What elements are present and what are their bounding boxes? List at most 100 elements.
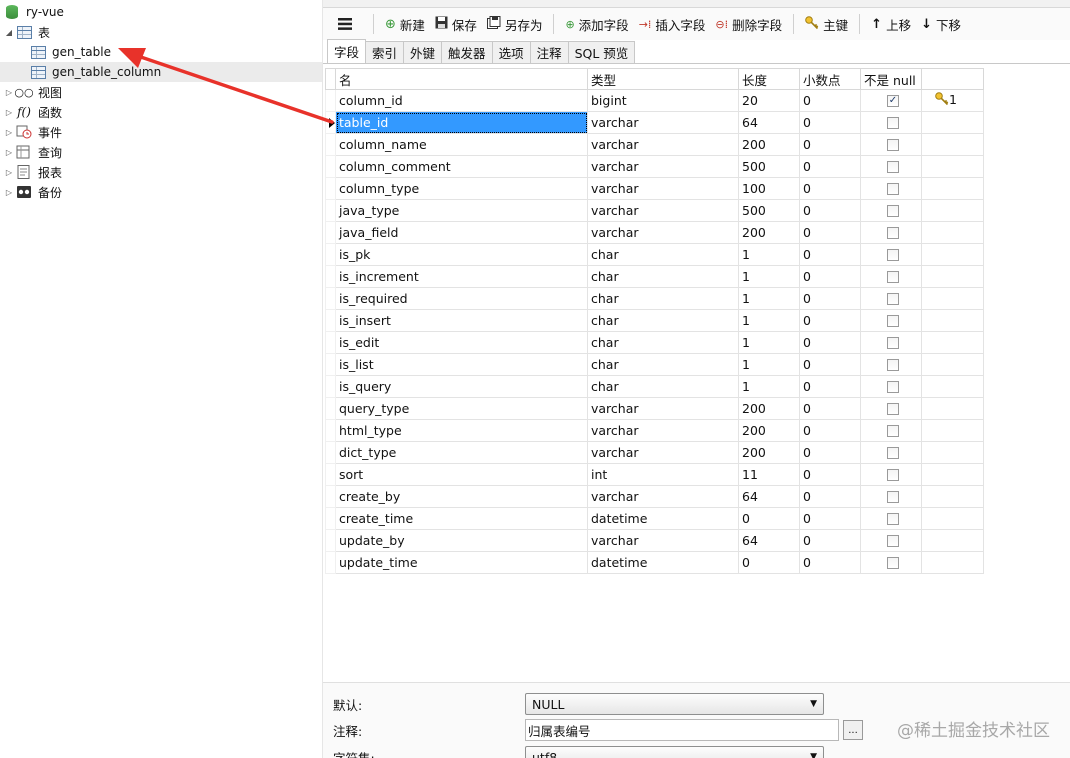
key-cell[interactable] — [921, 177, 984, 200]
table-row[interactable]: create_time datetime 0 0 — [325, 507, 984, 530]
not-null-checkbox[interactable] — [887, 270, 899, 283]
key-cell[interactable] — [921, 441, 984, 464]
not-null-checkbox[interactable] — [887, 490, 899, 503]
not-null-checkbox[interactable] — [887, 512, 899, 525]
not-null-checkbox[interactable] — [887, 556, 899, 569]
key-cell[interactable] — [921, 243, 984, 266]
tree-item-tables[interactable]: ◢ 表 — [4, 22, 50, 42]
field-type-cell[interactable]: varchar — [587, 397, 739, 420]
insert-field-button[interactable]: →⁞ 插入字段 — [634, 12, 711, 36]
tab-indexes[interactable]: 索引 — [365, 41, 405, 63]
tree-item-queries[interactable]: ▷ 查询 — [4, 142, 62, 162]
not-null-checkbox[interactable] — [887, 204, 899, 217]
field-type-cell[interactable]: varchar — [587, 199, 739, 222]
field-length-cell[interactable]: 1 — [738, 353, 800, 376]
not-null-checkbox[interactable] — [887, 424, 899, 437]
field-decimals-cell[interactable]: 0 — [799, 353, 861, 376]
table-row[interactable]: column_name varchar 200 0 — [325, 133, 984, 156]
collapsed-arrow-icon[interactable]: ▷ — [4, 88, 14, 97]
collapsed-arrow-icon[interactable]: ▷ — [4, 128, 14, 137]
field-type-cell[interactable]: char — [587, 375, 739, 398]
not-null-checkbox[interactable] — [887, 380, 899, 393]
field-type-cell[interactable]: char — [587, 243, 739, 266]
key-cell[interactable]: 1 — [921, 89, 984, 112]
tree-item-views[interactable]: ▷ ○○ 视图 — [4, 82, 62, 102]
collapsed-arrow-icon[interactable]: ▷ — [4, 148, 14, 157]
table-row[interactable]: is_required char 1 0 — [325, 287, 984, 310]
table-row[interactable]: is_increment char 1 0 — [325, 265, 984, 288]
key-cell[interactable] — [921, 199, 984, 222]
key-cell[interactable] — [921, 221, 984, 244]
key-cell[interactable] — [921, 133, 984, 156]
field-name-cell[interactable]: create_by — [335, 485, 588, 508]
tree-item-backups[interactable]: ▷ 备份 — [4, 182, 62, 202]
table-row[interactable]: query_type varchar 200 0 — [325, 397, 984, 420]
field-name-cell[interactable]: is_increment — [335, 265, 588, 288]
field-decimals-cell[interactable]: 0 — [799, 265, 861, 288]
field-decimals-cell[interactable]: 0 — [799, 529, 861, 552]
tab-fields[interactable]: 字段 — [327, 39, 367, 63]
row-indicator[interactable] — [325, 419, 336, 442]
table-row[interactable]: is_edit char 1 0 — [325, 331, 984, 354]
not-null-checkbox[interactable] — [887, 292, 899, 305]
expanded-arrow-icon[interactable]: ◢ — [4, 28, 14, 37]
column-header-name[interactable]: 名 — [335, 68, 588, 90]
field-name-cell[interactable]: update_by — [335, 529, 588, 552]
table-row[interactable]: update_time datetime 0 0 — [325, 551, 984, 574]
row-indicator[interactable] — [325, 331, 336, 354]
comment-input[interactable]: 归属表编号 — [525, 719, 839, 741]
tab-foreign-keys[interactable]: 外键 — [403, 41, 443, 63]
field-decimals-cell[interactable]: 0 — [799, 89, 861, 112]
field-type-cell[interactable]: varchar — [587, 133, 739, 156]
key-cell[interactable] — [921, 353, 984, 376]
tree-item-functions[interactable]: ▷ f() 函数 — [4, 102, 62, 122]
not-null-checkbox[interactable] — [887, 534, 899, 547]
row-indicator[interactable] — [325, 221, 336, 244]
tab-sql-preview[interactable]: SQL 预览 — [567, 41, 636, 63]
field-type-cell[interactable]: datetime — [587, 551, 739, 574]
not-null-checkbox[interactable] — [887, 182, 899, 195]
table-row[interactable]: java_type varchar 500 0 — [325, 199, 984, 222]
key-cell[interactable] — [921, 111, 984, 134]
field-name-cell[interactable]: column_name — [335, 133, 588, 156]
new-button[interactable]: ⊕ 新建 — [380, 12, 430, 36]
field-decimals-cell[interactable]: 0 — [799, 177, 861, 200]
field-name-cell[interactable]: java_type — [335, 199, 588, 222]
collapsed-arrow-icon[interactable]: ▷ — [4, 108, 14, 117]
field-type-cell[interactable]: varchar — [587, 177, 739, 200]
column-header-key[interactable] — [921, 68, 984, 90]
field-length-cell[interactable]: 0 — [738, 507, 800, 530]
row-indicator[interactable] — [325, 265, 336, 288]
not-null-checkbox[interactable] — [887, 160, 899, 173]
field-name-cell[interactable]: is_required — [335, 287, 588, 310]
field-decimals-cell[interactable]: 0 — [799, 419, 861, 442]
field-name-cell[interactable]: table_id — [335, 111, 588, 134]
column-header-decimals[interactable]: 小数点 — [799, 68, 861, 90]
column-header-type[interactable]: 类型 — [587, 68, 739, 90]
field-length-cell[interactable]: 500 — [738, 155, 800, 178]
table-row[interactable]: column_comment varchar 500 0 — [325, 155, 984, 178]
table-row[interactable]: is_query char 1 0 — [325, 375, 984, 398]
field-length-cell[interactable]: 500 — [738, 199, 800, 222]
key-cell[interactable] — [921, 375, 984, 398]
collapsed-arrow-icon[interactable]: ▷ — [4, 168, 14, 177]
field-decimals-cell[interactable]: 0 — [799, 243, 861, 266]
field-type-cell[interactable]: datetime — [587, 507, 739, 530]
field-length-cell[interactable]: 100 — [738, 177, 800, 200]
field-name-cell[interactable]: dict_type — [335, 441, 588, 464]
field-length-cell[interactable]: 64 — [738, 485, 800, 508]
add-field-button[interactable]: ⊕ 添加字段 — [560, 12, 633, 36]
key-cell[interactable] — [921, 485, 984, 508]
field-name-cell[interactable]: query_type — [335, 397, 588, 420]
tree-item-table-gen_table_column[interactable]: gen_table_column — [0, 62, 322, 82]
field-decimals-cell[interactable]: 0 — [799, 221, 861, 244]
not-null-checkbox[interactable] — [887, 138, 899, 151]
field-length-cell[interactable]: 11 — [738, 463, 800, 486]
row-indicator[interactable] — [325, 243, 336, 266]
field-name-cell[interactable]: create_time — [335, 507, 588, 530]
key-cell[interactable] — [921, 529, 984, 552]
field-type-cell[interactable]: char — [587, 265, 739, 288]
field-decimals-cell[interactable]: 0 — [799, 155, 861, 178]
tree-item-reports[interactable]: ▷ 报表 — [4, 162, 62, 182]
field-type-cell[interactable]: varchar — [587, 221, 739, 244]
